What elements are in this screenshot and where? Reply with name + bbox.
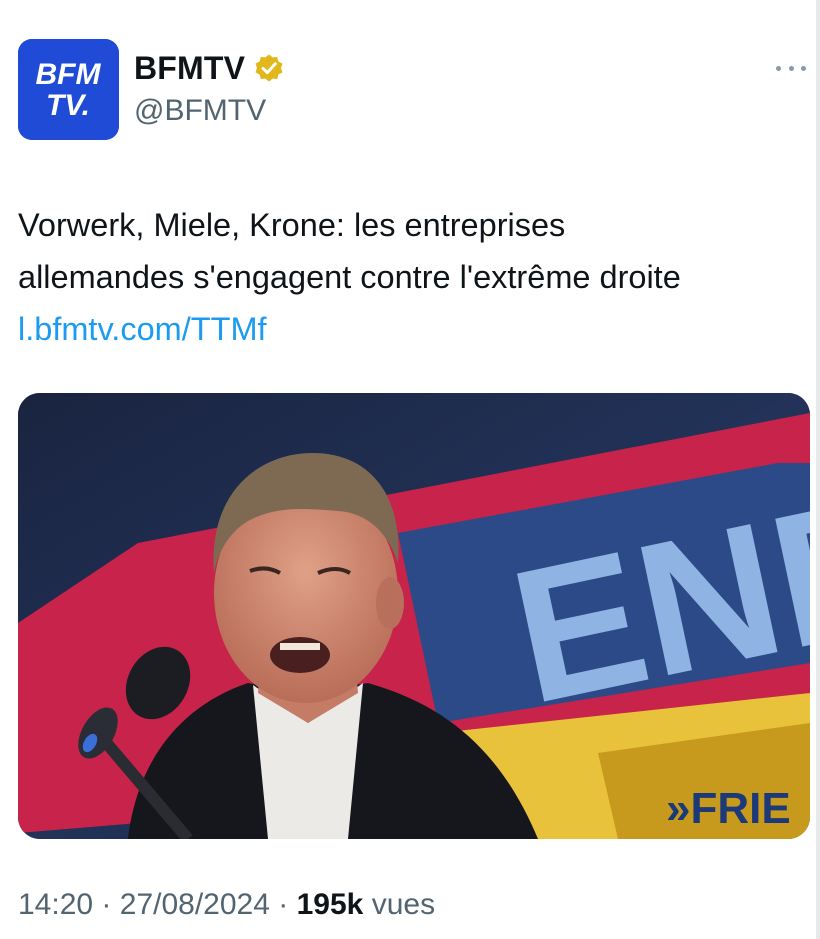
tweet-text: Vorwerk, Miele, Krone: les entreprises a… [18,199,808,355]
more-options-icon[interactable] [776,58,806,78]
view-label: vues [371,888,436,921]
verified-badge-icon [255,54,283,81]
bfmtv-logo-icon: BFM TV. [18,39,119,140]
politician-speech-photo: END »FRIE [18,393,810,839]
tweet-meta: 14:20 · 27/08/2024 · 195k vues [18,888,435,922]
tweet-text-line: allemandes s'engagent contre l'extrême d… [18,259,681,295]
view-count: 195k [296,888,364,921]
separator: · [101,888,112,921]
svg-text:BFM: BFM [36,58,102,91]
tweet-link[interactable]: l.bfmtv.com/TTMf [18,303,808,355]
svg-text:TV.: TV. [46,89,90,122]
tweet-text-line: Vorwerk, Miele, Krone: les entreprises [18,207,566,243]
avatar[interactable]: BFM TV. [18,39,119,140]
handle[interactable]: @BFMTV [134,94,266,128]
scrollbar[interactable] [816,0,820,939]
tweet-photo[interactable]: END »FRIE [18,393,810,839]
tweet-date[interactable]: 27/08/2024 [120,888,270,921]
name-row: BFMTV [134,50,285,87]
tweet-time[interactable]: 14:20 [18,888,93,921]
display-name[interactable]: BFMTV [134,50,245,87]
separator: · [278,888,289,921]
tweet-card[interactable]: BFM TV. BFMTV @BFMTV Vorwerk, Miele, Kro… [0,0,820,939]
banner-subtext: »FRIE [666,784,791,833]
